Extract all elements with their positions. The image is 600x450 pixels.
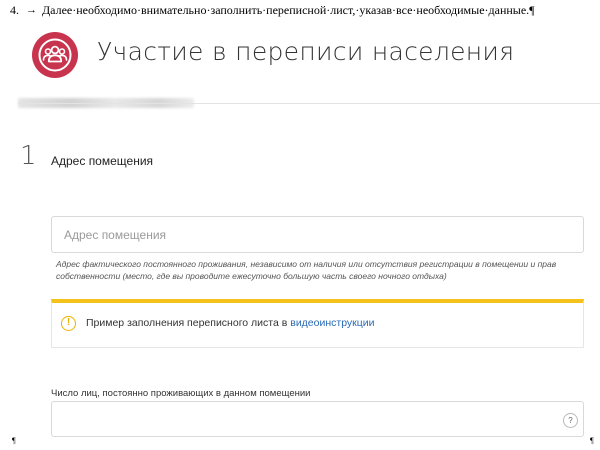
address-input[interactable]: [51, 216, 584, 253]
address-hint: Адрес фактического постоянного проживани…: [56, 259, 557, 281]
section-title: Адрес помещения: [51, 154, 154, 168]
residents-input[interactable]: [51, 401, 584, 437]
page-title: Участие в переписи населения: [97, 37, 515, 66]
pilcrow-mark-right: ¶: [590, 436, 594, 445]
notice-label: Пример заполнения переписного листа в: [86, 317, 291, 329]
exclamation-icon: !: [61, 316, 76, 331]
video-instruction-notice: ! Пример заполнения переписного листа в …: [51, 299, 584, 348]
people-group-icon: [30, 30, 80, 80]
section-step-number: 1: [20, 141, 37, 171]
help-icon[interactable]: ?: [563, 413, 578, 428]
residents-label: Число лиц, постоянно проживающих в данно…: [51, 388, 311, 399]
tab-arrow-icon: →: [26, 4, 37, 16]
notice-text: Пример заполнения переписного листа в ви…: [86, 317, 375, 329]
header-divider: [18, 103, 600, 104]
step-number: 4.: [10, 2, 19, 17]
instruction-text: Далее·необходимо·внимательно·заполнить·п…: [42, 2, 530, 17]
document-instruction-line: 4. → Далее·необходимо·внимательно·заполн…: [10, 2, 535, 18]
pilcrow-mark-left: ¶: [12, 436, 16, 445]
video-instruction-link[interactable]: видеоинструкции: [290, 317, 374, 329]
pilcrow-mark: ¶: [529, 2, 535, 17]
